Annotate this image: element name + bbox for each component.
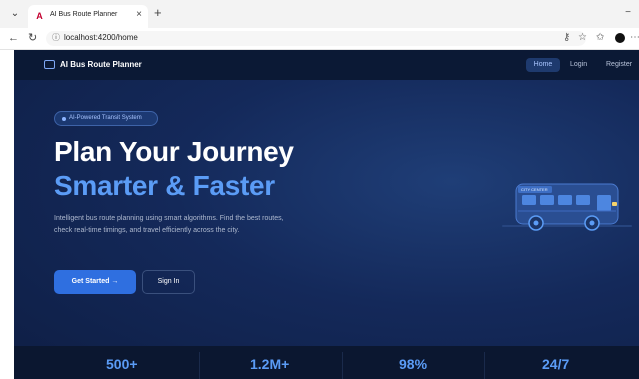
stat-divider bbox=[484, 352, 485, 379]
nav-login-link[interactable]: Login bbox=[570, 58, 587, 72]
reload-icon[interactable]: ↻ bbox=[28, 31, 37, 45]
stat-divider bbox=[342, 352, 343, 379]
hero-description: Intelligent bus route planning using sma… bbox=[54, 215, 284, 234]
bus-logo-icon bbox=[44, 60, 55, 69]
tab-title: AI Bus Route Planner bbox=[50, 11, 118, 18]
bus-destination-sign: CITY CENTER bbox=[521, 187, 548, 192]
address-bar-row: ← ↻ ⓘ localhost:4200/home ⚷ ☆ ✩ ⋯ bbox=[0, 28, 639, 50]
collections-star-icon[interactable]: ✩ bbox=[596, 32, 604, 44]
address-field[interactable]: ⓘ localhost:4200/home bbox=[46, 31, 586, 46]
more-menu-icon[interactable]: ⋯ bbox=[630, 32, 639, 44]
hero-badge: AI-Powered Transit System bbox=[54, 111, 158, 126]
hero-title: Plan Your Journey bbox=[54, 136, 294, 167]
site-navbar: AI Bus Route Planner Home Login Register bbox=[14, 50, 639, 80]
stat-value-users: 1.2M+ bbox=[250, 356, 290, 372]
nav-register-link[interactable]: Register bbox=[606, 58, 632, 72]
page-viewport: AI Bus Route Planner Home Login Register… bbox=[14, 50, 639, 379]
browser-tab[interactable]: A AI Bus Route Planner × bbox=[28, 5, 148, 28]
url-text: localhost:4200/home bbox=[64, 33, 138, 42]
badge-dot-icon bbox=[62, 117, 66, 121]
tab-list-chevron-icon[interactable]: ⌄ bbox=[8, 7, 22, 21]
profile-avatar[interactable] bbox=[615, 33, 625, 43]
hero-subtitle: Smarter & Faster bbox=[54, 170, 275, 201]
new-tab-icon[interactable]: + bbox=[154, 6, 162, 20]
browser-tab-strip: ⌄ A AI Bus Route Planner × + − bbox=[0, 0, 639, 28]
tab-close-icon[interactable]: × bbox=[136, 9, 142, 20]
minimize-window-icon[interactable]: − bbox=[625, 7, 631, 18]
stat-value-routes: 500+ bbox=[106, 356, 138, 372]
nav-home-link[interactable]: Home bbox=[526, 58, 560, 72]
bus-illustration: CITY CENTER bbox=[500, 178, 636, 234]
angular-favicon-icon: A bbox=[36, 11, 43, 21]
sign-in-button[interactable]: Sign In bbox=[142, 270, 195, 294]
password-key-icon[interactable]: ⚷ bbox=[563, 32, 570, 44]
stat-value-accuracy: 98% bbox=[399, 356, 428, 372]
badge-text: AI-Powered Transit System bbox=[69, 115, 142, 121]
get-started-button[interactable]: Get Started → bbox=[54, 270, 136, 294]
bus-icon: CITY CENTER bbox=[502, 183, 632, 231]
back-arrow-icon[interactable]: ← bbox=[8, 31, 19, 45]
site-info-icon[interactable]: ⓘ bbox=[52, 32, 60, 43]
favorite-star-icon[interactable]: ☆ bbox=[578, 32, 587, 44]
brand-name[interactable]: AI Bus Route Planner bbox=[60, 60, 142, 69]
stat-divider bbox=[199, 352, 200, 379]
stat-value-availability: 24/7 bbox=[542, 356, 570, 372]
stats-strip: 500+ 1.2M+ 98% 24/7 bbox=[14, 346, 639, 379]
